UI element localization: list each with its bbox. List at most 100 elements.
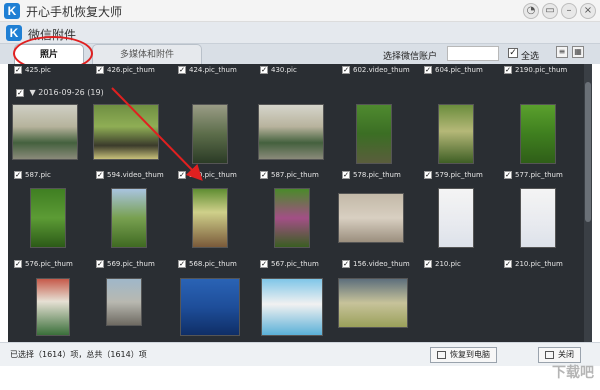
item-checkbox[interactable]: ✓ (342, 171, 350, 179)
list-item[interactable]: ✓ 210.pic (424, 260, 461, 268)
collapse-triangle-icon[interactable]: ▼ (30, 88, 36, 97)
minimize-button[interactable]: – (561, 3, 577, 19)
list-item[interactable]: ✓ 580.pic_thum (178, 171, 237, 179)
restore-icon (437, 350, 446, 359)
status-bar: 已选择（1614）项，总共（1614）项 恢复到电脑 关闭 (0, 342, 600, 366)
photo-thumbnail[interactable] (274, 188, 310, 248)
scrollbar-thumb[interactable] (585, 82, 591, 222)
close-window-button[interactable]: × (580, 3, 596, 19)
label-row-2: ✓ 576.pic_thum ✓ 569.pic_thum ✓ 568.pic_thu… (8, 260, 584, 272)
list-item[interactable]: ✓ 426.pic_thum (96, 66, 155, 74)
select-all-label: 全选 (521, 52, 540, 62)
list-view-icon[interactable]: ≡ (556, 46, 568, 58)
app-logo-icon: K (4, 3, 20, 19)
item-checkbox[interactable]: ✓ (96, 260, 104, 268)
photo-thumbnail[interactable] (36, 278, 70, 336)
item-checkbox[interactable]: ✓ (260, 171, 268, 179)
photo-thumbnail[interactable] (180, 278, 240, 336)
item-checkbox[interactable]: ✓ (14, 260, 22, 268)
item-checkbox[interactable]: ✓ (96, 171, 104, 179)
date-group-header[interactable]: ✓ ▼ 2016-09-26 (19) (16, 88, 104, 97)
list-item[interactable]: ✓ 2190.pic_thum (504, 66, 567, 74)
photo-thumbnail[interactable] (438, 104, 474, 164)
watermark-logo: 下载吧 (552, 364, 594, 380)
list-item[interactable]: ✓ 567.pic_thum (260, 260, 319, 268)
list-item[interactable]: ✓ 602.video_thum (342, 66, 410, 74)
photo-thumbnail[interactable] (192, 104, 228, 164)
photo-thumbnail[interactable] (520, 104, 556, 164)
account-select-dropdown[interactable] (447, 46, 499, 61)
list-item[interactable]: ✓ 594.video_thum (96, 171, 164, 179)
item-checkbox[interactable]: ✓ (14, 66, 22, 74)
restore-to-computer-button[interactable]: 恢复到电脑 (430, 347, 497, 363)
thumbnail-row-2 (8, 188, 584, 248)
list-item[interactable]: ✓ 578.pic_thum (342, 171, 401, 179)
item-checkbox[interactable]: ✓ (178, 260, 186, 268)
account-select-label: 选择微信账户 (383, 52, 438, 62)
item-checkbox[interactable]: ✓ (178, 171, 186, 179)
subwindow-logo-icon: K (6, 25, 22, 41)
thumbnail-row-1 (8, 104, 584, 164)
photo-thumbnail[interactable] (111, 188, 147, 248)
item-checkbox[interactable]: ✓ (342, 260, 350, 268)
photo-thumbnail[interactable] (438, 188, 474, 248)
photo-thumbnail[interactable] (338, 278, 408, 328)
list-item[interactable]: ✓ 568.pic_thum (178, 260, 237, 268)
item-checkbox[interactable]: ✓ (504, 260, 512, 268)
window-controls: ◔ ▭ – × (523, 3, 596, 19)
photo-gallery: ✓ 425.pic ✓ 426.pic_thum ✓ 424.pic_thum ✓ 43… (8, 64, 592, 342)
photo-thumbnail[interactable] (338, 193, 404, 243)
photo-thumbnail[interactable] (356, 104, 392, 164)
item-checkbox[interactable]: ✓ (342, 66, 350, 74)
list-item[interactable]: ✓ 587.pic (14, 171, 51, 179)
label-row-1: ✓ 587.pic ✓ 594.video_thum ✓ 580.pic_thum ✓… (8, 171, 584, 183)
item-checkbox[interactable]: ✓ (424, 260, 432, 268)
thumbnail-row-3 (8, 278, 584, 338)
item-checkbox[interactable]: ✓ (260, 66, 268, 74)
list-item[interactable]: ✓ 579.pic_thum (424, 171, 483, 179)
photo-thumbnail[interactable] (12, 104, 78, 160)
photo-thumbnail[interactable] (30, 188, 66, 248)
list-item[interactable]: ✓ 604.pic_thum (424, 66, 483, 74)
item-checkbox[interactable]: ✓ (424, 66, 432, 74)
list-item[interactable]: ✓ 577.pic_thum (504, 171, 563, 179)
label-row-top: ✓ 425.pic ✓ 426.pic_thum ✓ 424.pic_thum ✓ 43… (8, 66, 584, 78)
app-title: 开心手机恢复大师 (26, 5, 123, 19)
item-checkbox[interactable]: ✓ (260, 260, 268, 268)
list-item[interactable]: ✓ 587.pic_thum (260, 171, 319, 179)
footer-area: 下载吧 (0, 364, 600, 390)
close-button[interactable]: 关闭 (538, 347, 581, 363)
photo-thumbnail[interactable] (106, 278, 142, 326)
list-item[interactable]: ✓ 424.pic_thum (178, 66, 237, 74)
date-group-count: (19) (87, 88, 104, 97)
photo-thumbnail[interactable] (261, 278, 323, 336)
photo-thumbnail[interactable] (520, 188, 556, 248)
item-checkbox[interactable]: ✓ (178, 66, 186, 74)
feedback-icon[interactable]: ▭ (542, 3, 558, 19)
item-checkbox[interactable]: ✓ (96, 66, 104, 74)
list-item[interactable]: ✓ 576.pic_thum (14, 260, 73, 268)
photo-thumbnail[interactable] (93, 104, 159, 160)
date-group-checkbox[interactable]: ✓ (16, 88, 24, 97)
tab-multimedia-attachments[interactable]: 多媒体和附件 (92, 44, 202, 64)
item-checkbox[interactable]: ✓ (14, 171, 22, 179)
item-checkbox[interactable]: ✓ (424, 171, 432, 179)
date-group-date: 2016-09-26 (38, 88, 85, 97)
list-item[interactable]: ✓ 430.pic (260, 66, 297, 74)
title-bar: K 开心手机恢复大师 ◔ ▭ – × (0, 0, 600, 22)
subwindow-header: K 微信附件 (0, 22, 600, 44)
select-all-checkbox[interactable]: ✓ (508, 48, 518, 58)
list-item[interactable]: ✓ 210.pic_thum (504, 260, 563, 268)
gallery-scrollbar[interactable] (584, 64, 592, 342)
list-item[interactable]: ✓ 425.pic (14, 66, 51, 74)
exit-icon (545, 350, 554, 359)
grid-view-icon[interactable]: ▦ (572, 46, 584, 58)
item-checkbox[interactable]: ✓ (504, 66, 512, 74)
photo-thumbnail[interactable] (258, 104, 324, 160)
selection-status: 已选择（1614）项，总共（1614）项 (10, 350, 147, 359)
item-checkbox[interactable]: ✓ (504, 171, 512, 179)
list-item[interactable]: ✓ 569.pic_thum (96, 260, 155, 268)
photo-thumbnail[interactable] (192, 188, 228, 248)
wechat-icon[interactable]: ◔ (523, 3, 539, 19)
list-item[interactable]: ✓ 156.video_thum (342, 260, 410, 268)
